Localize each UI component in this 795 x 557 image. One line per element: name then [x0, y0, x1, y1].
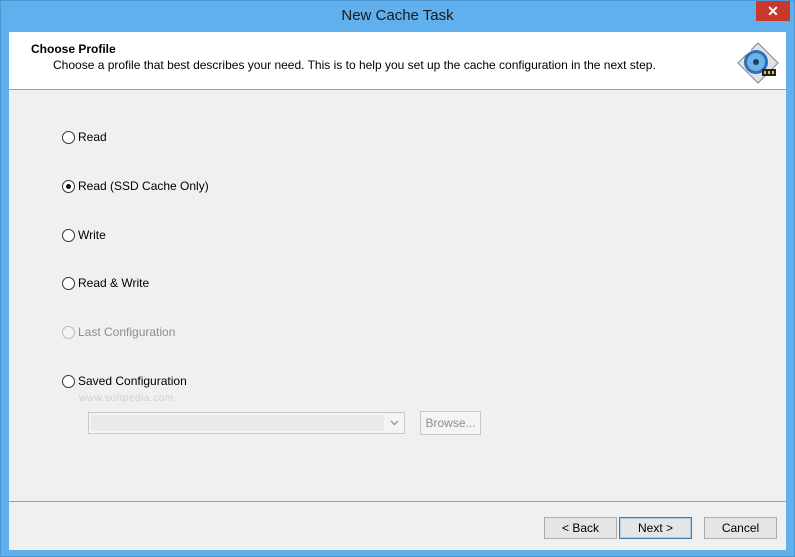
- radio-last-configuration: Last Configuration: [62, 324, 175, 340]
- radio-label: Read & Write: [78, 276, 150, 290]
- title-bar[interactable]: New Cache Task ✕: [1, 1, 794, 32]
- radio-read-ssd-cache-only[interactable]: Read (SSD Cache Only): [62, 178, 209, 194]
- radio-label: Write: [78, 228, 106, 242]
- cancel-button[interactable]: Cancel: [704, 517, 777, 539]
- watermark-text: www.softpedia.com: [79, 393, 174, 404]
- radio-write[interactable]: Write: [62, 227, 106, 243]
- saved-configuration-dropdown: [88, 412, 405, 434]
- chevron-down-icon: [386, 414, 402, 432]
- wizard-header: Choose Profile Choose a profile that bes…: [9, 32, 786, 90]
- radio-button[interactable]: [62, 130, 75, 144]
- page-title: Choose Profile: [31, 42, 116, 56]
- radio-read[interactable]: Read: [62, 129, 107, 145]
- radio-saved-configuration[interactable]: Saved Configuration: [62, 373, 187, 389]
- dropdown-value: [91, 415, 384, 431]
- next-button[interactable]: Next >: [619, 517, 692, 539]
- close-icon: ✕: [767, 3, 779, 19]
- radio-button[interactable]: [62, 228, 75, 242]
- back-button[interactable]: < Back: [544, 517, 617, 539]
- radio-label: Saved Configuration: [78, 374, 187, 388]
- page-description: Choose a profile that best describes you…: [53, 58, 656, 72]
- window-title: New Cache Task: [341, 7, 454, 24]
- dialog-client-area: Choose Profile Choose a profile that bes…: [9, 32, 786, 550]
- radio-button[interactable]: [62, 374, 75, 388]
- radio-button-disabled: [62, 325, 75, 339]
- radio-label: Last Configuration: [78, 325, 176, 339]
- browse-button: Browse...: [420, 411, 481, 435]
- radio-read-write[interactable]: Read & Write: [62, 275, 149, 291]
- radio-label: Read: [78, 130, 107, 144]
- radio-label: Read (SSD Cache Only): [78, 179, 209, 193]
- radio-button[interactable]: [62, 276, 75, 290]
- dialog-window: New Cache Task ✕ Choose Profile Choose a…: [0, 0, 795, 557]
- footer-divider: [9, 501, 786, 502]
- radio-button-selected[interactable]: [62, 179, 75, 193]
- close-button[interactable]: ✕: [756, 1, 790, 21]
- cache-disk-icon: [737, 42, 779, 84]
